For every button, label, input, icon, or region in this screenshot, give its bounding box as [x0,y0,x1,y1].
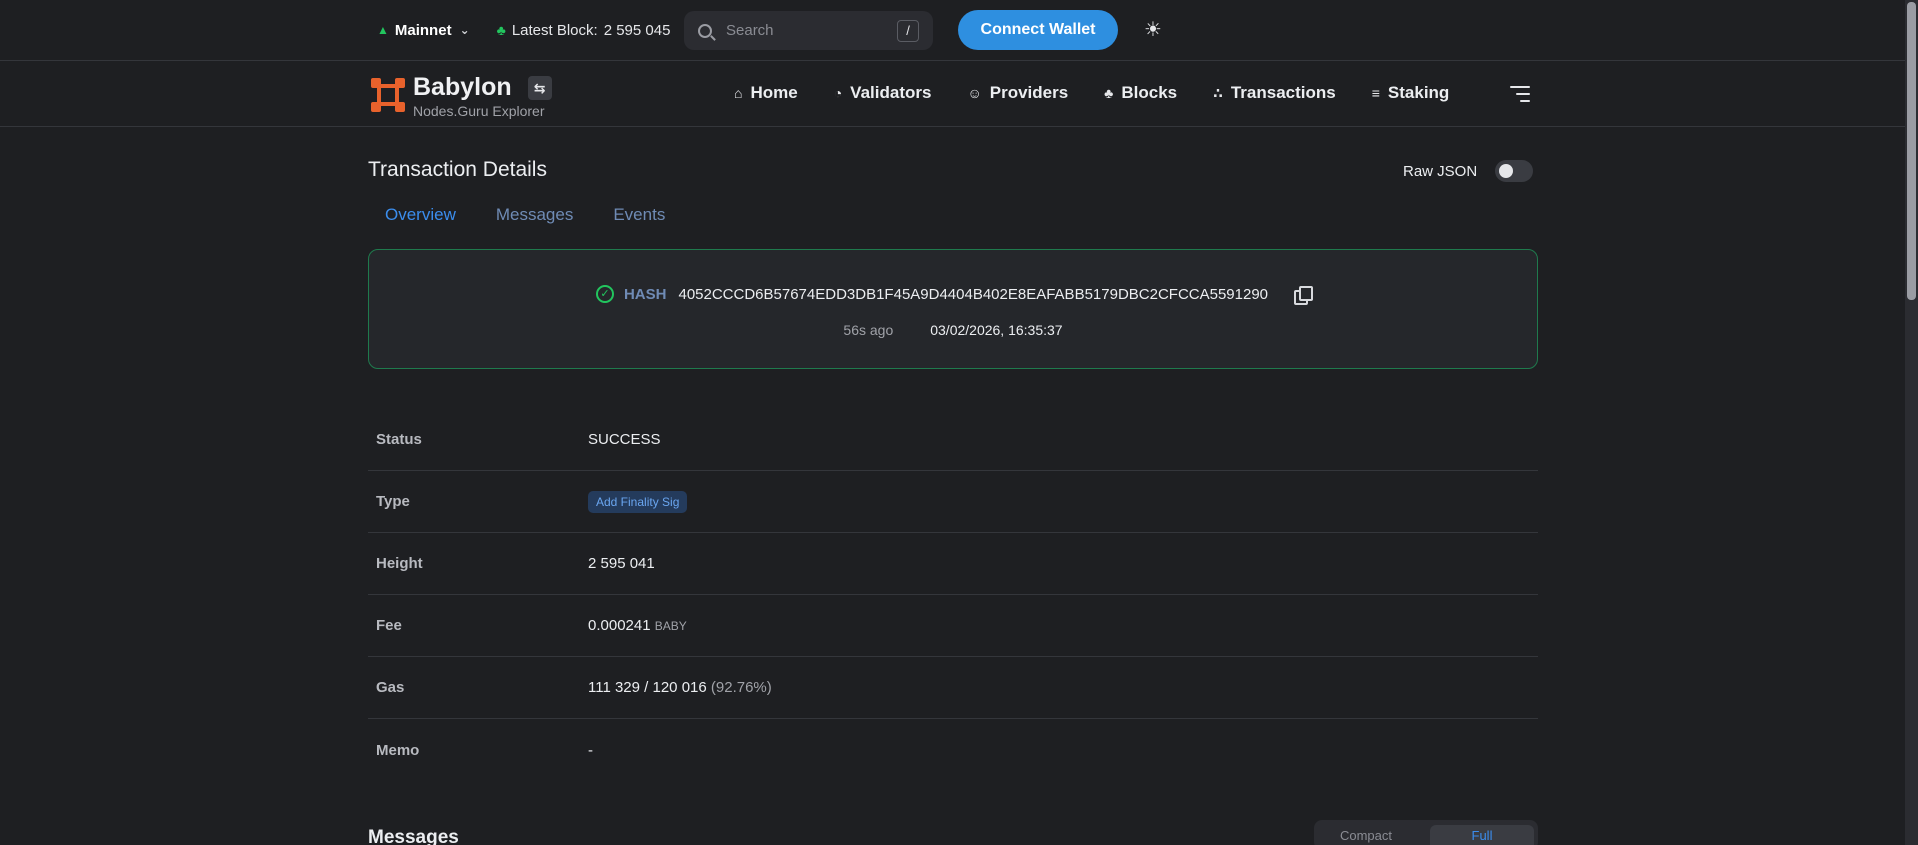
height-link[interactable]: 2 595 041 [588,555,655,572]
page-title: Transaction Details [368,158,547,181]
nav-item-providers[interactable]: ☺ Providers [967,83,1068,103]
search-placeholder: Search [726,22,774,39]
latest-block: ♣ Latest Block: 2 595 045 [497,22,671,39]
signal-icon: ▲ [377,23,389,37]
nav-item-transactions[interactable]: ∴ Transactions [1213,83,1336,103]
main-menu: ⌂ Home ◔ Validators ☺ Providers ♣ Blocks… [734,83,1485,103]
network-label: Mainnet [394,21,452,39]
view-compact-button[interactable]: Compact [1314,828,1418,843]
chevron-down-icon: ⌄ [459,23,470,37]
detail-row-gas: Gas 111 329 / 120 016 (92.76%) [368,657,1538,719]
detail-row-fee: Fee 0.000241 BABY [368,595,1538,657]
detail-label: Status [376,431,422,448]
menu-icon[interactable] [1510,86,1530,107]
transactions-icon: ∴ [1213,84,1223,101]
nav-item-home[interactable]: ⌂ Home [734,83,798,103]
nav-item-validators[interactable]: ◔ Validators [834,83,932,103]
raw-json-label: Raw JSON [1403,162,1478,180]
nav-item-blocks[interactable]: ♣ Blocks [1104,83,1177,103]
detail-label: Gas [376,679,405,696]
top-bar: ▲ Mainnet ⌄ ♣ Latest Block: 2 595 045 Se… [0,0,1918,61]
connect-wallet-button[interactable]: Connect Wallet [958,10,1118,50]
brand-subtitle: Nodes.Guru Explorer [413,103,545,119]
babylon-logo [371,78,405,112]
detail-row-status: Status SUCCESS [368,409,1538,471]
status-value: SUCCESS [588,431,661,448]
fee-value: 0.000241 [588,617,651,634]
latest-block-value: 2 595 045 [603,21,671,39]
hash-label: HASH [623,285,667,303]
blocks-icon: ♣ [1104,85,1114,101]
tx-hash-card: ✓ HASH 4052CCCD6B57674EDD3DB1F45A9D4404B… [368,249,1538,369]
tx-datetime: 03/02/2026, 16:35:37 [930,322,1063,338]
fee-unit: BABY [654,619,687,633]
search-input[interactable]: Search / [684,11,933,50]
brand[interactable]: Babylon ⇆ Nodes.Guru Explorer [371,73,552,119]
search-icon [698,23,712,38]
validators-icon: ◔ [833,85,843,101]
nav-item-staking[interactable]: ≡ Staking [1372,83,1450,103]
home-icon: ⌂ [734,85,743,101]
tab-events[interactable]: Events [613,205,665,225]
latest-block-label: Latest Block: [511,21,598,39]
nav-item-label: Blocks [1121,83,1178,102]
nav-item-label: Providers [989,83,1069,102]
nav-bar: Babylon ⇆ Nodes.Guru Explorer ⌂ Home ◔ V… [0,61,1918,127]
raw-json-toggle-group: Raw JSON [1403,160,1534,182]
gas-percent: (92.76%) [710,679,772,696]
detail-label: Type [376,493,410,510]
gas-value: 111 329 / 120 016 [588,679,707,696]
sun-icon[interactable]: ☀ [1142,19,1164,41]
staking-icon: ≡ [1371,85,1380,101]
network-selector[interactable]: ▲ Mainnet ⌄ [377,22,470,39]
switch-chain-icon[interactable]: ⇆ [527,75,552,100]
nav-item-label: Staking [1387,83,1450,102]
tab-messages[interactable]: Messages [496,205,573,225]
tabs: Overview Messages Events [385,205,665,225]
raw-json-toggle[interactable] [1495,160,1534,182]
brand-title: Babylon [413,73,512,101]
nav-item-label: Transactions [1230,83,1336,102]
detail-row-height: Height 2 595 041 [368,533,1538,595]
type-badge: Add Finality Sig [588,490,688,513]
blocks-icon: ♣ [496,22,506,38]
scrollbar-thumb[interactable] [1907,2,1916,300]
hash-value: 4052CCCD6B57674EDD3DB1F45A9D4404B402E8EA… [678,285,1269,303]
memo-value: - [588,741,593,759]
detail-label: Fee [376,617,402,634]
detail-row-type: Type Add Finality Sig [368,471,1538,533]
nav-item-label: Home [750,83,798,102]
tx-time-ago: 56s ago [843,322,894,338]
detail-row-memo: Memo - [368,719,1538,781]
page-scrollbar[interactable] [1905,0,1918,845]
check-circle-icon: ✓ [595,285,614,303]
detail-label: Height [376,555,423,572]
detail-label: Memo [376,741,420,759]
view-mode-toggle: Compact Full [1314,820,1538,845]
messages-section-title: Messages [368,827,459,845]
tx-details-table: Status SUCCESS Type Add Finality Sig Hei… [368,409,1538,781]
nav-item-label: Validators [850,83,932,102]
view-full-button[interactable]: Full [1430,825,1534,845]
copy-icon[interactable] [1294,286,1314,305]
search-shortcut: / [897,19,919,42]
tab-overview[interactable]: Overview [385,205,456,225]
providers-icon: ☺ [967,85,982,101]
